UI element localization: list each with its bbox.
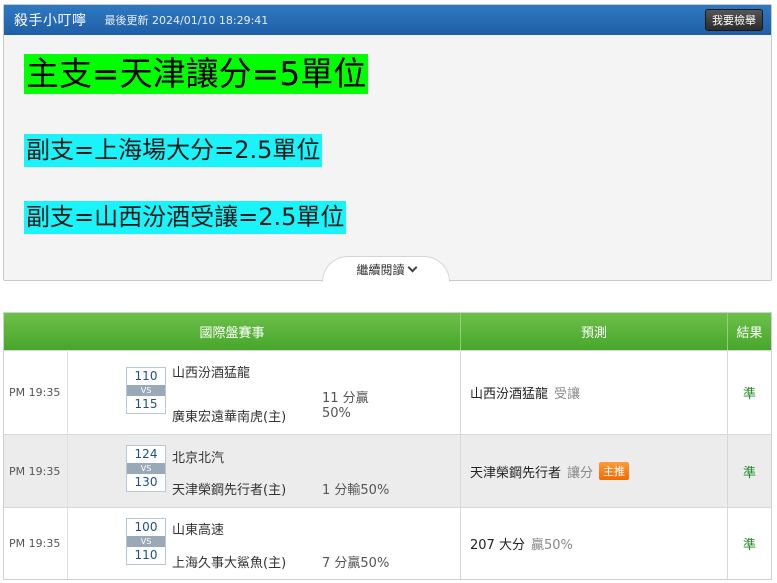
main-pick-badge: 主推 — [599, 462, 630, 480]
game-result: 1 分輸50% — [322, 483, 390, 498]
game-result: 7 分贏50% — [322, 556, 390, 571]
score-away: 110 — [134, 369, 158, 383]
header-prediction: 預測 — [461, 313, 728, 350]
report-button[interactable]: 我要檢舉 — [705, 9, 763, 31]
table-row: PM 19:35 100 VS 110 山東高速 上海久事大鯊魚(主) 7 分贏… — [4, 507, 771, 579]
vs-label: VS — [127, 463, 165, 474]
prediction-team: 山西汾酒猛龍 — [470, 387, 549, 402]
panel-title: 殺手小叮嚀 — [14, 13, 87, 29]
outcome: 準 — [742, 387, 756, 402]
tips-panel: 殺手小叮嚀 最後更新 2024/01/10 18:29:41 我要檢舉 主支=天… — [3, 4, 772, 281]
last-updated: 最後更新 2024/01/10 18:29:41 — [104, 14, 269, 27]
panel-header: 殺手小叮嚀 最後更新 2024/01/10 18:29:41 我要檢舉 — [4, 5, 771, 35]
prediction-type: 贏50% — [530, 538, 573, 553]
score-away: 100 — [134, 520, 158, 534]
vs-label: VS — [127, 536, 165, 547]
prediction-type: 受讓 — [554, 387, 581, 402]
picks-area: 主支=天津讓分=5單位 副支=上海場大分=2.5單位 副支=山西汾酒受讓=2.5… — [4, 35, 771, 280]
team-away: 北京北汽 — [172, 451, 225, 466]
score-home: 130 — [134, 475, 158, 489]
game-cell: 110 VS 115 山西汾酒猛龍 廣東宏遠華南虎(主) 11 分贏 50% — [68, 351, 461, 434]
outcome: 準 — [742, 538, 756, 553]
prediction-cell: 山西汾酒猛龍 受讓 — [461, 351, 728, 434]
outcome: 準 — [742, 465, 756, 481]
score-home: 115 — [134, 397, 158, 411]
score-box: 100 VS 110 — [126, 518, 166, 565]
score-home: 110 — [134, 548, 158, 562]
team-home: 上海久事大鯊魚(主) — [172, 556, 287, 571]
main-pick: 主支=天津讓分=5單位 — [24, 54, 369, 94]
header-result: 結果 — [736, 326, 763, 341]
read-more-button[interactable]: 繼續閱讀 — [322, 256, 450, 282]
read-more-label: 繼續閱讀 — [356, 263, 405, 277]
vs-label: VS — [127, 385, 165, 396]
team-away: 山東高速 — [172, 523, 225, 538]
games-table: 國際盤賽事 預測 結果 PM 19:35 110 VS 115 山西汾酒猛龍 廣… — [3, 312, 772, 580]
game-cell: 100 VS 110 山東高速 上海久事大鯊魚(主) 7 分贏50% — [68, 508, 461, 579]
score-box: 124 VS 130 — [126, 445, 166, 492]
header-game: 國際盤賽事 — [4, 313, 461, 350]
prediction-cell: 207 大分 贏50% — [461, 508, 728, 579]
sub-pick-2: 副支=山西汾酒受讓=2.5單位 — [24, 201, 347, 234]
game-time: PM 19:35 — [4, 351, 68, 434]
table-row: PM 19:35 110 VS 115 山西汾酒猛龍 廣東宏遠華南虎(主) 11… — [4, 350, 771, 434]
team-away: 山西汾酒猛龍 — [172, 366, 251, 381]
game-cell: 124 VS 130 北京北汽 天津榮鋼先行者(主) 1 分輸50% — [68, 435, 461, 507]
table-row: PM 19:35 124 VS 130 北京北汽 天津榮鋼先行者(主) 1 分輸… — [4, 434, 771, 507]
sub-pick-1: 副支=上海場大分=2.5單位 — [24, 134, 323, 167]
prediction-team: 207 大分 — [470, 538, 525, 553]
game-time: PM 19:35 — [4, 435, 68, 507]
chevron-down-icon — [407, 262, 417, 273]
score-box: 110 VS 115 — [126, 367, 166, 414]
game-time: PM 19:35 — [4, 508, 68, 579]
prediction-cell: 天津榮鋼先行者 讓分 主推 — [461, 435, 728, 507]
team-home: 廣東宏遠華南虎(主) — [172, 410, 287, 425]
team-home: 天津榮鋼先行者(主) — [172, 483, 287, 498]
score-away: 124 — [134, 447, 158, 461]
prediction-team: 天津榮鋼先行者 — [470, 465, 562, 481]
prediction-type: 讓分 — [567, 465, 594, 481]
table-header: 國際盤賽事 預測 結果 — [4, 313, 771, 350]
game-result: 11 分贏 — [322, 391, 369, 406]
game-result-percent: 50% — [322, 406, 351, 421]
